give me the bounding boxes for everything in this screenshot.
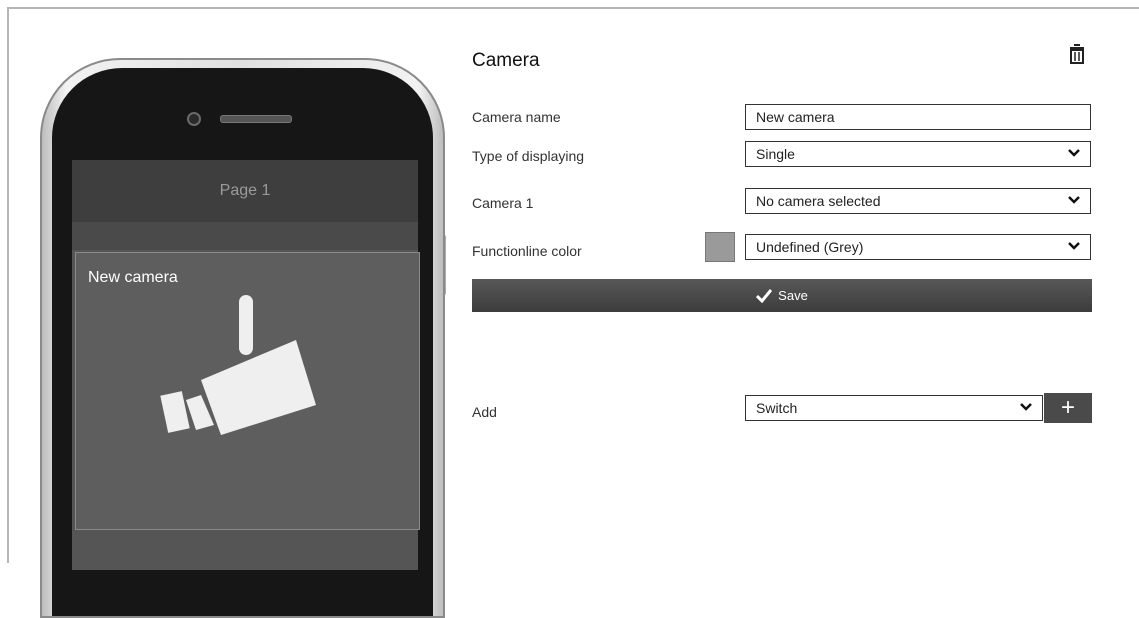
chevron-down-icon [1068, 149, 1080, 157]
add-select[interactable]: Switch [745, 395, 1043, 421]
functionline-color-value: Undefined (Grey) [756, 239, 864, 255]
trash-icon[interactable] [1069, 44, 1085, 64]
save-button[interactable]: Save [472, 279, 1092, 312]
type-of-displaying-select[interactable]: Single [745, 141, 1091, 167]
checkmark-icon [756, 288, 773, 303]
camera-name-label: Camera name [472, 109, 561, 125]
frame-top-border [7, 7, 1139, 9]
phone-preview: Page 1 New camera [40, 58, 445, 618]
functionline-color-select[interactable]: Undefined (Grey) [745, 234, 1091, 260]
speaker-icon [220, 115, 292, 123]
chevron-down-icon [1068, 242, 1080, 250]
chevron-down-icon [1020, 403, 1032, 411]
camera-1-select[interactable]: No camera selected [745, 188, 1091, 214]
camera-name-input[interactable]: New camera [745, 104, 1091, 130]
camera-1-value: No camera selected [756, 193, 881, 209]
color-swatch [705, 232, 735, 262]
add-label: Add [472, 404, 497, 420]
camera-1-label: Camera 1 [472, 195, 534, 211]
add-value: Switch [756, 400, 798, 416]
security-camera-icon [160, 295, 316, 435]
phone-screen: Page 1 New camera [72, 160, 420, 570]
chevron-down-icon [1068, 196, 1080, 204]
save-label: Save [778, 288, 808, 303]
phone-body: Page 1 New camera [52, 68, 433, 616]
page-title-camera: Camera [472, 50, 540, 71]
type-of-displaying-value: Single [756, 146, 795, 162]
tile-label: New camera [88, 269, 178, 286]
frame-left-border [7, 7, 9, 563]
type-of-displaying-label: Type of displaying [472, 148, 585, 164]
camera-tile[interactable]: New camera [75, 252, 420, 530]
add-button[interactable]: + [1044, 393, 1092, 423]
functionline-color-label: Functionline color [472, 243, 582, 259]
page-title: Page 1 [72, 160, 418, 222]
screen-divider [72, 222, 418, 250]
front-camera-icon [187, 112, 201, 126]
